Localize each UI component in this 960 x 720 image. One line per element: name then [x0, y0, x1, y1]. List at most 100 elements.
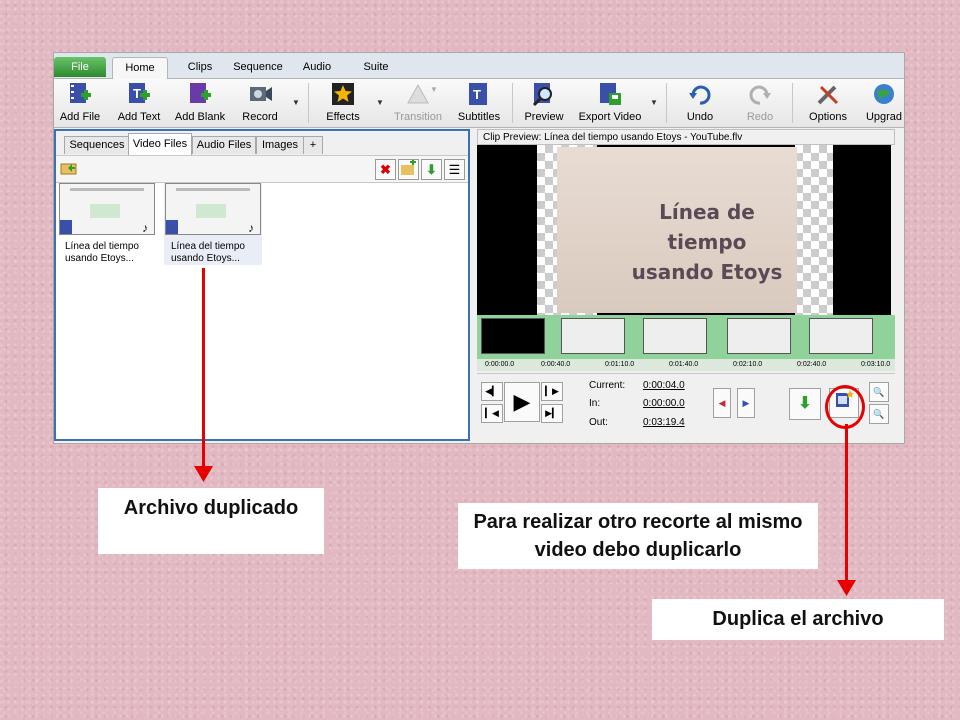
video-preview[interactable]: Línea de tiempo usando Etoys [477, 145, 891, 315]
upgrade-button[interactable]: Upgrad [862, 81, 904, 125]
export-video-label: Export Video [578, 111, 642, 123]
effects-button[interactable]: Effects [318, 81, 368, 125]
add-text-button[interactable]: T Add Text [114, 81, 164, 125]
down-arrow-icon[interactable]: ⬇ [421, 159, 442, 180]
clip-preview-title: Clip Preview: Línea del tiempo usando Et… [477, 129, 895, 145]
add-blank-button[interactable]: Add Blank [174, 81, 226, 125]
annotation-duplica-el-archivo: Duplica el archivo [652, 599, 944, 640]
arrow-head-archivo [194, 466, 213, 482]
record-label: Record [242, 111, 278, 123]
toolbar-ribbon: Add File T Add Text Add Blank Record ▼ E… [54, 79, 904, 128]
go-start-icon[interactable]: ▎◀ [481, 404, 503, 423]
duplicated-file-thumbnail[interactable]: ♪ Línea del tiempo usando Etoys... [164, 183, 262, 265]
add-file-label: Add File [59, 111, 101, 123]
folder-up-icon[interactable] [59, 159, 78, 178]
filmstrip[interactable] [477, 315, 895, 359]
tab-file[interactable]: File [54, 57, 106, 77]
tab-add[interactable]: + [303, 136, 323, 154]
media-bin-tabs: Sequences Video Files Audio Files Images… [56, 131, 468, 155]
annotation-archivo-duplicado: Archivo duplicado [98, 488, 324, 554]
videopad-window: File Home Clips Sequence Audio Suite Add… [53, 52, 905, 444]
globe-icon [874, 84, 894, 104]
new-folder-icon[interactable] [398, 159, 419, 180]
tab-audio[interactable]: Audio [298, 57, 336, 77]
redo-icon [749, 85, 771, 105]
delete-icon[interactable]: ✖ [375, 159, 396, 180]
record-button[interactable]: Record [238, 81, 282, 125]
undo-button[interactable]: Undo [678, 81, 722, 125]
tab-audio-files[interactable]: Audio Files [192, 136, 256, 154]
set-in-point-icon[interactable]: ◀ [713, 388, 731, 418]
tab-images[interactable]: Images [256, 136, 304, 154]
slide-line-1: Línea de [659, 200, 755, 224]
svg-text:♪: ♪ [142, 221, 148, 234]
svg-text:♪: ♪ [248, 221, 254, 234]
filmstrip-frame [643, 318, 707, 354]
preview-button[interactable]: Preview [520, 81, 568, 125]
current-label: Current: [589, 380, 626, 391]
divider [308, 83, 309, 123]
arrow-line-archivo [202, 268, 205, 470]
upgrade-label: Upgrad [865, 111, 903, 123]
magnifier-film-icon [532, 83, 552, 107]
tab-home[interactable]: Home [112, 57, 168, 79]
file-caption: Línea del tiempo usando Etoys... [58, 241, 156, 265]
arrow-line-duplica [845, 424, 848, 584]
redo-label: Redo [746, 111, 774, 123]
file-thumbnail[interactable]: ♪ Línea del tiempo usando Etoys... [58, 183, 156, 265]
options-label: Options [809, 111, 847, 123]
video-frame: Línea de tiempo usando Etoys [557, 147, 797, 313]
timeline-ruler[interactable]: 0:00:00.0 0:00:40.0 0:01:10.0 0:01:40.0 … [477, 359, 895, 371]
step-back-icon[interactable]: ◀▎ [481, 382, 503, 401]
options-button[interactable]: Options [804, 81, 852, 125]
tools-icon [817, 85, 839, 105]
add-to-sequence-icon[interactable]: ⬇ [789, 388, 821, 420]
list-view-icon[interactable]: ☰ [444, 159, 465, 180]
transition-icon [407, 83, 429, 104]
out-time-value[interactable]: 0:03:19.4 [643, 417, 685, 428]
filmstrip-frame [561, 318, 625, 354]
tab-sequences[interactable]: Sequences [64, 136, 130, 154]
transition-dropdown-icon[interactable]: ▼ [430, 85, 438, 94]
add-blank-label: Add Blank [174, 111, 226, 123]
divider [666, 83, 667, 123]
file-name-line1: Línea del tiempo [171, 241, 245, 252]
out-label: Out: [589, 417, 608, 428]
tab-video-files[interactable]: Video Files [128, 133, 192, 155]
set-out-point-icon[interactable]: ▶ [737, 388, 755, 418]
current-time-value[interactable]: 0:00:04.0 [643, 380, 685, 391]
ruler-label: 0:02:10.0 [733, 361, 763, 368]
divider [792, 83, 793, 123]
star-effects-icon [332, 83, 354, 105]
step-forward-icon[interactable]: ▎▶ [541, 382, 563, 401]
tab-sequence[interactable]: Sequence [230, 57, 286, 77]
file-name-line2: usando Etoys... [171, 253, 240, 264]
go-end-icon[interactable]: ▶▎ [541, 404, 563, 423]
blank-add-icon [190, 83, 211, 103]
ruler-label: 0:00:00.0 [485, 361, 515, 368]
zoom-in-icon[interactable]: 🔍 [869, 382, 889, 402]
tab-clips[interactable]: Clips [180, 57, 220, 77]
in-time-value[interactable]: 0:00:00.0 [643, 398, 685, 409]
redo-button[interactable]: Redo [738, 81, 782, 125]
ruler-label: 0:00:40.0 [541, 361, 571, 368]
arrow-head-duplica [837, 580, 856, 596]
play-button[interactable]: ▶ [504, 382, 540, 422]
ruler-label: 0:01:40.0 [669, 361, 699, 368]
record-dropdown-icon[interactable]: ▼ [292, 98, 300, 107]
export-video-button[interactable]: Export Video [576, 81, 644, 125]
add-file-button[interactable]: Add File [58, 81, 102, 125]
effects-dropdown-icon[interactable]: ▼ [376, 98, 384, 107]
filmstrip-frame [481, 318, 545, 354]
preview-label: Preview [524, 111, 564, 123]
undo-label: Undo [686, 111, 714, 123]
slide-title: Línea de tiempo usando Etoys [627, 197, 787, 287]
subtitles-label: Subtitles [457, 111, 501, 123]
zoom-out-icon[interactable]: 🔍 [869, 404, 889, 424]
ruler-label: 0:03:10.0 [861, 361, 891, 368]
media-bin-panel: Sequences Video Files Audio Files Images… [54, 129, 470, 441]
export-dropdown-icon[interactable]: ▼ [650, 98, 658, 107]
file-name-line1: Línea del tiempo [65, 241, 139, 252]
tab-suite[interactable]: Suite [358, 57, 394, 77]
subtitles-button[interactable]: T Subtitles [454, 81, 504, 125]
